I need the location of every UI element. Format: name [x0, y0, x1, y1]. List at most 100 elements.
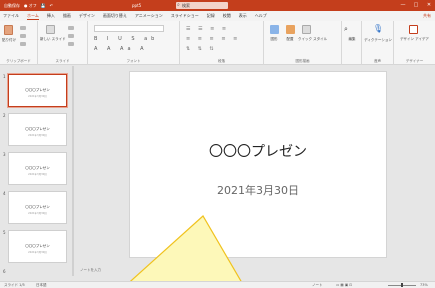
- tab-view[interactable]: 表示: [239, 13, 247, 19]
- language-indicator[interactable]: 日本語: [36, 283, 47, 288]
- microphone-icon[interactable]: 🎙: [373, 24, 383, 33]
- slide-thumbnail-panel: 1 〇〇〇プレゼン 2021年3月30日 2 〇〇〇プレゼン 2021年3月30…: [0, 66, 74, 276]
- thumb-subtitle: 2021年3月30日: [28, 212, 47, 215]
- paste-icon[interactable]: [4, 25, 13, 35]
- font-group-label: フォント: [126, 59, 141, 63]
- slide-thumbnail-5[interactable]: 〇〇〇プレゼン 2021年3月30日: [8, 230, 67, 263]
- layout-icon[interactable]: [68, 26, 74, 30]
- thumb-title: 〇〇〇プレゼン: [25, 166, 50, 170]
- thumb-number: 1: [3, 74, 6, 79]
- tab-file[interactable]: ファイル: [3, 13, 19, 19]
- designer-icon[interactable]: [409, 25, 418, 34]
- text-direction-buttons[interactable]: ⇅ ⇅ ⇅: [186, 46, 217, 52]
- font-name-select[interactable]: [94, 25, 164, 32]
- reset-icon[interactable]: [68, 34, 74, 38]
- list-buttons[interactable]: ☰ ☰ ≡ ≡: [186, 26, 229, 32]
- voice-group-label: 音声: [374, 59, 381, 63]
- tab-insert[interactable]: 挿入: [47, 13, 55, 19]
- slides-group: 新しい スライド スライド: [38, 21, 88, 65]
- slide-canvas[interactable]: 〇〇〇プレゼン 2021年3月30日: [129, 71, 387, 258]
- font-color-buttons[interactable]: A A Aa A: [94, 46, 148, 52]
- cut-icon[interactable]: [20, 26, 26, 30]
- arrange-icon[interactable]: [286, 25, 295, 34]
- paste-button[interactable]: 貼り付け: [1, 38, 17, 43]
- thumb-title: 〇〇〇プレゼン: [25, 205, 50, 209]
- thumb-title: 〇〇〇プレゼン: [25, 244, 50, 248]
- clipboard-group: 貼り付け クリップボード: [0, 21, 38, 65]
- thumb-number: 5: [3, 230, 6, 235]
- thumb-subtitle: 2021年3月30日: [28, 95, 47, 98]
- notes-toggle[interactable]: ノート: [312, 283, 323, 288]
- shapes-button[interactable]: 図形: [268, 37, 280, 42]
- arrange-button[interactable]: 配置: [284, 37, 296, 42]
- save-icon[interactable]: 💾: [41, 3, 46, 8]
- autosave-label: 自動保存: [4, 2, 20, 8]
- editing-group: ⌕ 編集: [342, 21, 362, 65]
- slide-thumbnail-1[interactable]: 〇〇〇プレゼン 2021年3月30日: [7, 73, 68, 108]
- slide-thumbnail-2[interactable]: 〇〇〇プレゼン 2021年3月30日: [8, 113, 67, 146]
- powerpoint-window: 自動保存 ● オフ 💾 ↶ ppt5 ⌕ 検索 — □ ✕ ファイル ホーム 挿…: [0, 0, 435, 288]
- close-button[interactable]: ✕: [423, 0, 435, 11]
- share-button[interactable]: 共有: [423, 13, 431, 19]
- notes-placeholder[interactable]: ノートを入力: [80, 268, 101, 273]
- search-icon: ⌕: [177, 2, 180, 8]
- voice-group: 🎙 ディクテーション 音声: [362, 21, 394, 65]
- font-group: B I U S ab A A Aa A フォント: [88, 21, 180, 65]
- dictate-button[interactable]: ディクテーション: [363, 38, 393, 43]
- thumb-number: 6: [3, 269, 6, 274]
- tab-help[interactable]: ヘルプ: [255, 13, 267, 19]
- tab-design[interactable]: デザイン: [79, 13, 95, 19]
- search-placeholder: 検索: [182, 3, 190, 8]
- thumb-title: 〇〇〇プレゼン: [25, 88, 50, 92]
- file-name: ppt5: [132, 3, 142, 8]
- thumb-subtitle: 2021年3月30日: [28, 251, 47, 254]
- quick-styles-button[interactable]: クイック スタイル: [298, 37, 327, 42]
- paragraph-group: ☰ ☰ ≡ ≡ ≡ ≡ ≡ ≡ ≡ ⇅ ⇅ ⇅ 段落: [180, 21, 264, 65]
- editing-button[interactable]: 編集: [344, 37, 360, 42]
- new-slide-button[interactable]: 新しい スライド: [40, 37, 66, 42]
- slide-count: スライド 1/5: [4, 283, 25, 287]
- tab-record[interactable]: 記録: [207, 13, 215, 19]
- clipboard-group-label: クリップボード: [6, 59, 31, 63]
- maximize-button[interactable]: □: [410, 0, 422, 11]
- thumb-number: 2: [3, 113, 6, 118]
- slide-date[interactable]: 2021年3月30日: [130, 182, 386, 198]
- drawing-group: 図形 配置 クイック スタイル 図形描画: [264, 21, 342, 65]
- copy-icon[interactable]: [20, 34, 26, 38]
- minimize-button[interactable]: —: [397, 0, 409, 11]
- thumb-number: 3: [3, 152, 6, 157]
- slide-thumbnail-3[interactable]: 〇〇〇プレゼン 2021年3月30日: [8, 152, 67, 185]
- design-ideas-button[interactable]: デザイン アイデア: [400, 37, 429, 42]
- drawing-group-label: 図形描画: [295, 59, 310, 63]
- quick-styles-icon[interactable]: [302, 25, 311, 34]
- tab-home[interactable]: ホーム: [27, 13, 39, 20]
- ribbon: 貼り付け クリップボード 新しい スライド スライド B I U S ab A …: [0, 21, 435, 65]
- font-style-buttons[interactable]: B I U S ab: [94, 36, 158, 42]
- undo-icon[interactable]: ↶: [50, 3, 53, 8]
- title-bar: 自動保存 ● オフ 💾 ↶ ppt5 ⌕ 検索 — □ ✕: [0, 0, 435, 11]
- ribbon-tabs: ファイル ホーム 挿入 描画 デザイン 画面切り替え アニメーション スライドシ…: [0, 11, 435, 21]
- slide-title[interactable]: 〇〇〇プレゼン: [130, 141, 386, 161]
- tab-review[interactable]: 校閲: [223, 13, 231, 19]
- align-buttons[interactable]: ≡ ≡ ≡ ≡ ≡: [186, 36, 240, 42]
- tab-transitions[interactable]: 画面切り替え: [103, 13, 127, 19]
- designer-group: デザイン アイデア デザイナー: [394, 21, 435, 65]
- zoom-slider-handle[interactable]: [401, 283, 403, 287]
- format-painter-icon[interactable]: [20, 42, 26, 46]
- view-buttons[interactable]: ▭ ▦ ▣ ⊡: [336, 283, 352, 287]
- thumb-subtitle: 2021年3月30日: [28, 173, 47, 176]
- tab-draw[interactable]: 描画: [63, 13, 71, 19]
- slides-group-label: スライド: [55, 59, 70, 63]
- section-icon[interactable]: [68, 42, 74, 46]
- status-bar: スライド 1/5 日本語 ノート ▭ ▦ ▣ ⊡ 73%: [0, 281, 435, 288]
- tab-animations[interactable]: アニメーション: [135, 13, 163, 19]
- tab-slideshow[interactable]: スライドショー: [171, 13, 199, 19]
- slide-thumbnail-4[interactable]: 〇〇〇プレゼン 2021年3月30日: [8, 191, 67, 224]
- search-box[interactable]: ⌕ 検索: [176, 2, 228, 9]
- zoom-level[interactable]: 73%: [420, 283, 428, 287]
- thumb-title: 〇〇〇プレゼン: [25, 127, 50, 131]
- new-slide-icon[interactable]: [46, 25, 55, 34]
- shapes-icon[interactable]: [270, 25, 279, 34]
- find-icon[interactable]: ⌕: [344, 25, 348, 34]
- autosave-toggle[interactable]: ● オフ: [24, 3, 37, 9]
